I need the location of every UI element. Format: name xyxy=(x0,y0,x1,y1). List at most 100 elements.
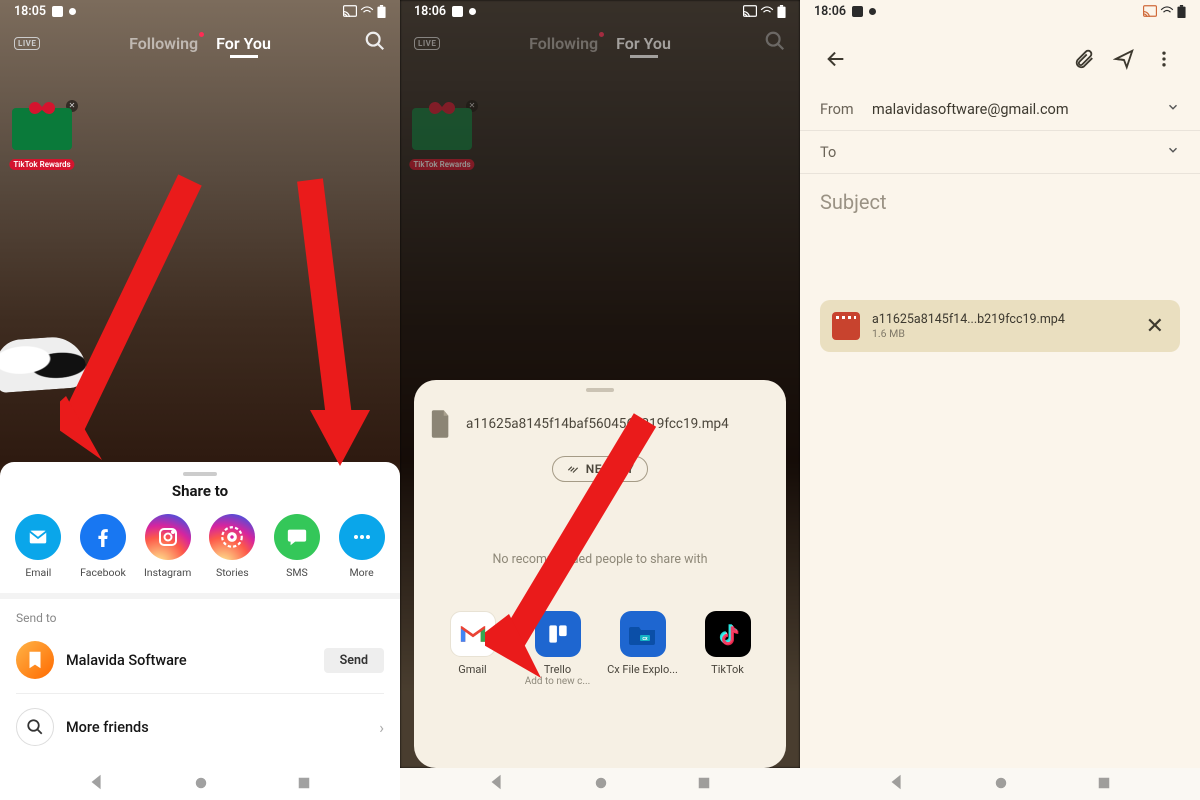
nav-recent[interactable] xyxy=(697,775,711,794)
live-button: LIVE xyxy=(414,37,440,50)
remove-attachment-button[interactable]: ✕ xyxy=(1142,314,1168,339)
send-icon xyxy=(1113,48,1135,70)
gmail-topbar xyxy=(800,34,1200,84)
search-icon xyxy=(764,30,786,56)
rewards-label: TikTok Rewards xyxy=(9,159,74,170)
wifi-icon xyxy=(760,5,774,17)
more-button[interactable] xyxy=(1144,39,1184,79)
to-row[interactable]: To xyxy=(800,131,1200,174)
android-nav-bar xyxy=(800,768,1200,800)
nav-back[interactable] xyxy=(89,774,105,794)
attachment-size: 1.6 MB xyxy=(872,327,1130,340)
screen-1-tiktok-share: 18:05 LIVE Following For You ✕ TikTok Re… xyxy=(0,0,400,800)
sheet-handle[interactable] xyxy=(586,388,614,392)
facebook-icon xyxy=(80,514,126,560)
status-bar: 18:06 xyxy=(800,0,1200,22)
arrow-left-icon xyxy=(825,48,847,70)
battery-icon xyxy=(777,5,786,18)
status-notif-icon xyxy=(852,6,863,17)
nav-back[interactable] xyxy=(889,774,905,794)
tab-following: Following xyxy=(529,34,598,53)
file-icon xyxy=(430,410,452,438)
sheet-handle[interactable] xyxy=(183,472,217,476)
status-time: 18:06 xyxy=(814,4,846,19)
sms-icon xyxy=(274,514,320,560)
chevron-down-icon xyxy=(1166,100,1180,118)
annotation-arrow xyxy=(485,400,685,700)
status-time: 18:05 xyxy=(14,4,46,19)
more-vert-icon xyxy=(1154,49,1174,69)
screen-2-android-share: 18:06 LIVE Following For You ✕ TikTok Re… xyxy=(400,0,800,800)
send-to-label: Send to xyxy=(16,611,384,625)
tab-foryou: For You xyxy=(616,34,671,53)
android-nav-bar xyxy=(400,768,800,800)
attach-button[interactable] xyxy=(1064,39,1104,79)
more-friends-row[interactable]: More friends › xyxy=(16,694,384,756)
email-icon xyxy=(15,514,61,560)
screen-3-gmail-compose: 18:06 From malavidasoftware@gmail.com xyxy=(800,0,1200,800)
share-option-stories[interactable]: Stories xyxy=(201,514,263,579)
status-bar: 18:05 xyxy=(0,0,400,22)
search-icon xyxy=(16,708,54,746)
more-friends-label: More friends xyxy=(66,719,367,736)
tab-foryou[interactable]: For You xyxy=(216,34,271,53)
instagram-icon xyxy=(145,514,191,560)
wifi-icon xyxy=(360,5,374,17)
send-button[interactable] xyxy=(1104,39,1144,79)
from-label: From xyxy=(820,101,872,118)
annotation-arrow-right xyxy=(270,170,400,470)
more-icon xyxy=(339,514,385,560)
contact-name: Malavida Software xyxy=(66,652,312,669)
wifi-icon xyxy=(1160,5,1174,17)
search-icon[interactable] xyxy=(364,30,386,56)
share-option-email[interactable]: Email xyxy=(7,514,69,579)
status-bar: 18:06 xyxy=(400,0,800,22)
share-option-facebook[interactable]: Facebook xyxy=(72,514,134,579)
tiktok-share-sheet: Share to Email Facebook Instagram Storie… xyxy=(0,462,400,768)
cast-icon xyxy=(743,5,757,17)
status-time: 18:06 xyxy=(414,4,446,19)
attachment-chip[interactable]: a11625a8145f14...b219fcc19.mp4 1.6 MB ✕ xyxy=(820,300,1180,352)
share-option-sms[interactable]: SMS xyxy=(266,514,328,579)
tiktok-rewards-badge: ✕ TikTok Rewards xyxy=(406,100,478,172)
status-dot-icon xyxy=(69,8,76,15)
share-app-tiktok[interactable]: TikTok xyxy=(689,611,767,687)
subject-input[interactable]: Subject xyxy=(800,174,1200,230)
nav-recent[interactable] xyxy=(1097,775,1111,794)
nav-recent[interactable] xyxy=(297,775,311,794)
paperclip-icon xyxy=(1073,48,1095,70)
tiktok-header: LIVE Following For You xyxy=(0,22,400,64)
from-value: malavidasoftware@gmail.com xyxy=(872,101,1166,118)
annotation-arrow-left xyxy=(60,170,260,470)
send-button[interactable]: Send xyxy=(324,648,384,673)
cast-icon xyxy=(1143,5,1157,17)
to-label: To xyxy=(820,144,872,161)
from-row[interactable]: From malavidasoftware@gmail.com xyxy=(800,88,1200,131)
attachment-name: a11625a8145f14...b219fcc19.mp4 xyxy=(872,312,1130,327)
nav-home[interactable] xyxy=(594,775,608,794)
tab-following[interactable]: Following xyxy=(129,34,198,53)
share-option-more[interactable]: More xyxy=(331,514,393,579)
share-title: Share to xyxy=(0,482,400,500)
chevron-down-icon[interactable] xyxy=(1166,143,1180,161)
status-notif-icon xyxy=(52,6,63,17)
stories-icon xyxy=(209,514,255,560)
status-dot-icon xyxy=(869,8,876,15)
send-to-contact[interactable]: Malavida Software Send xyxy=(16,637,384,694)
nav-home[interactable] xyxy=(194,775,208,794)
battery-icon xyxy=(377,5,386,18)
battery-icon xyxy=(1177,5,1186,18)
live-button[interactable]: LIVE xyxy=(14,37,40,50)
back-button[interactable] xyxy=(816,39,856,79)
nav-back[interactable] xyxy=(489,774,505,794)
status-notif-icon xyxy=(452,6,463,17)
nav-home[interactable] xyxy=(994,775,1008,794)
android-nav-bar xyxy=(0,768,400,800)
status-dot-icon xyxy=(469,8,476,15)
tiktok-header: LIVE Following For You xyxy=(400,22,800,64)
chevron-right-icon: › xyxy=(379,718,384,737)
share-option-instagram[interactable]: Instagram xyxy=(137,514,199,579)
tiktok-icon xyxy=(705,611,751,657)
contact-avatar xyxy=(16,641,54,679)
tiktok-rewards-badge[interactable]: ✕ TikTok Rewards xyxy=(6,100,78,172)
